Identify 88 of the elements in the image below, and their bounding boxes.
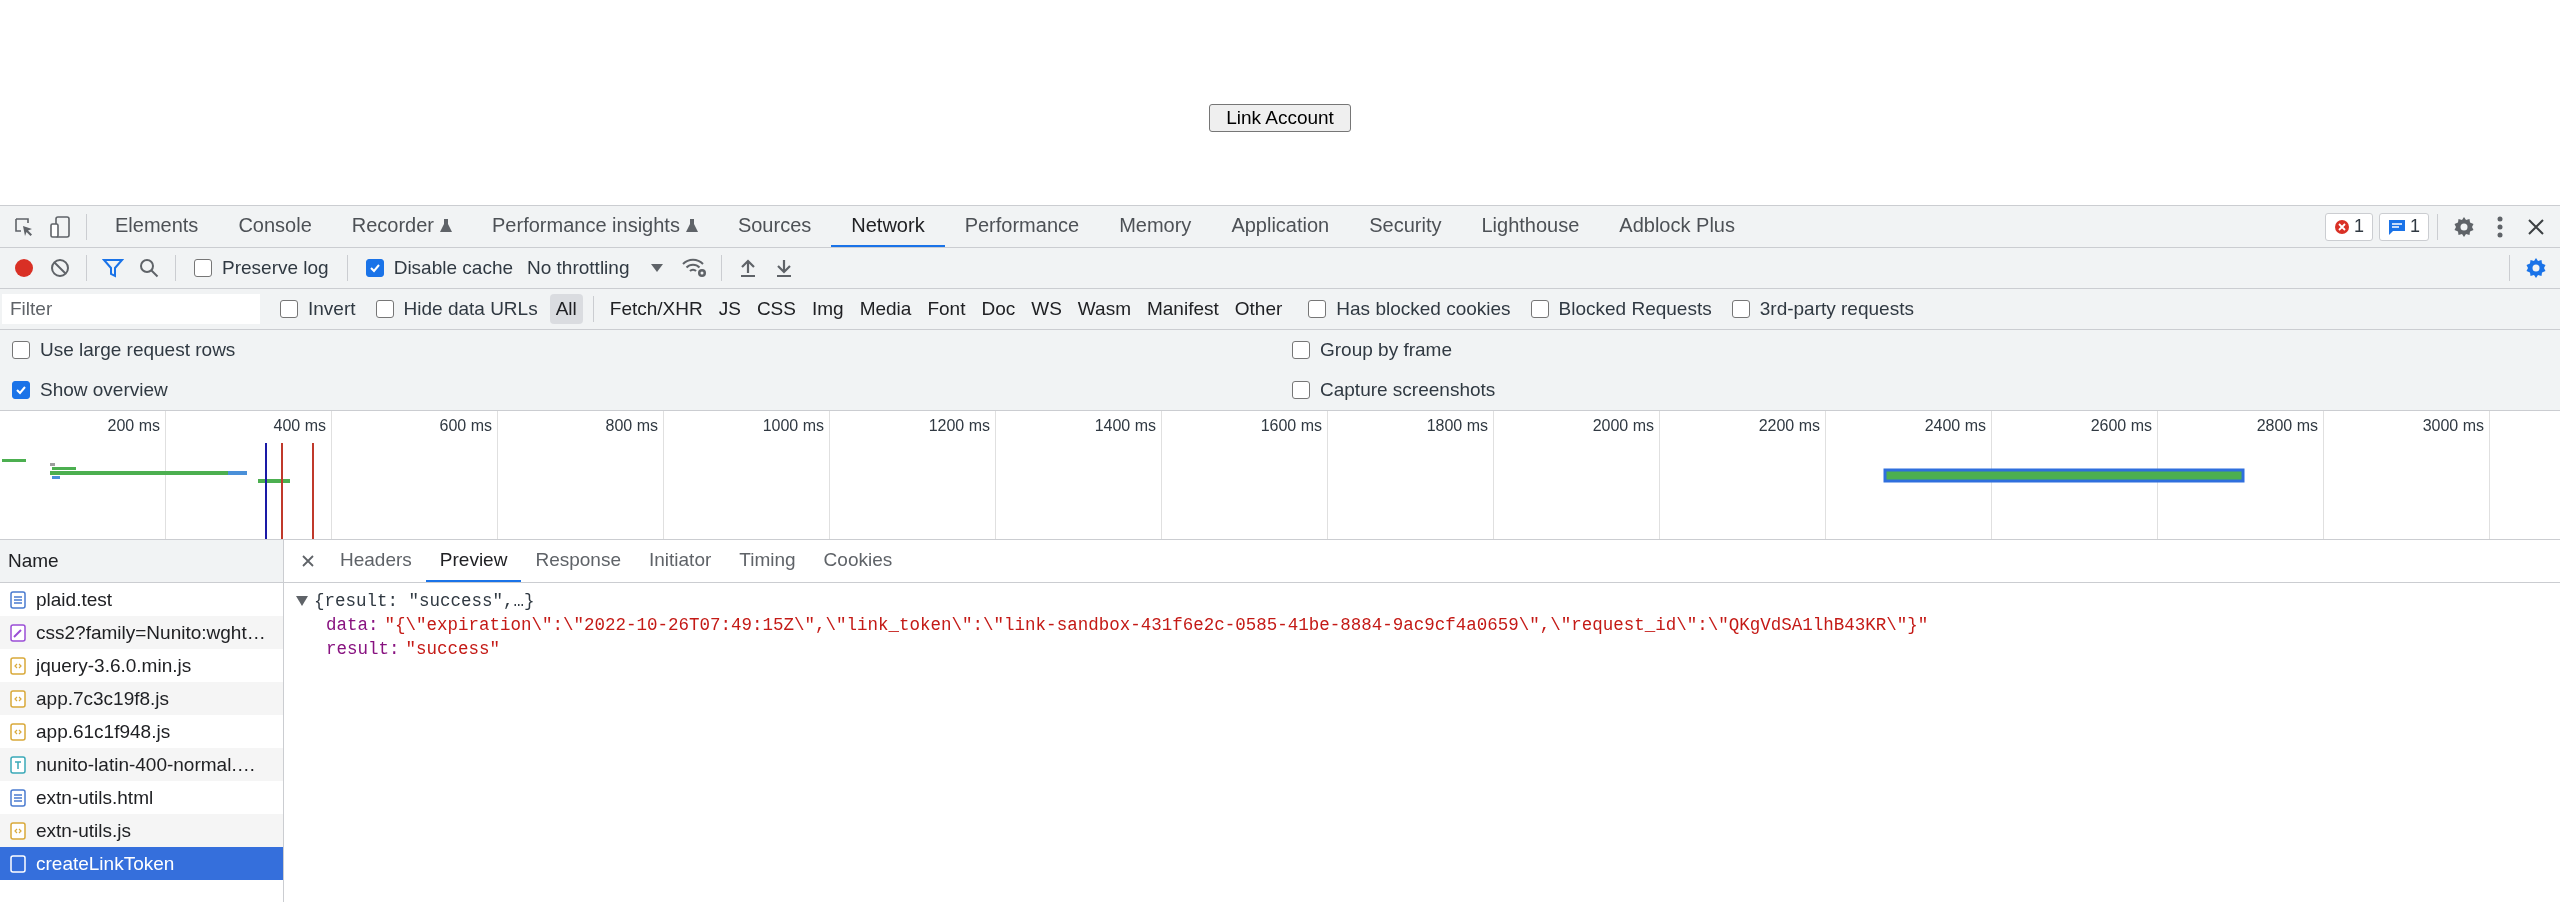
- type-filter-button[interactable]: JS: [712, 294, 747, 324]
- checkbox[interactable]: Show overview: [12, 379, 1272, 401]
- json-value: "success": [405, 638, 501, 661]
- time-tick-label: 800 ms: [605, 417, 658, 436]
- json-key: result:: [326, 637, 400, 661]
- request-row[interactable]: nunito-latin-400-normal.…: [0, 748, 283, 781]
- time-tick-label: 1400 ms: [1094, 417, 1156, 436]
- detail-tab[interactable]: Timing: [725, 540, 810, 582]
- request-row[interactable]: createLinkToken: [0, 847, 283, 880]
- request-row[interactable]: app.7c3c19f8.js: [0, 682, 283, 715]
- request-row[interactable]: extn-utils.js: [0, 814, 283, 847]
- flask-icon: [440, 218, 453, 233]
- panel-tab[interactable]: Memory: [1099, 206, 1212, 247]
- panel-tab[interactable]: Recorder: [331, 206, 473, 247]
- column-header[interactable]: Name: [8, 550, 59, 572]
- panel-tab[interactable]: Application: [1211, 206, 1350, 247]
- panel-tab[interactable]: Elements: [95, 206, 219, 247]
- panel-tab[interactable]: Console: [218, 206, 332, 247]
- panel-tab[interactable]: Security: [1349, 206, 1462, 247]
- time-tick-label: 600 ms: [439, 417, 492, 436]
- type-filter-button[interactable]: Manifest: [1140, 294, 1225, 324]
- message-count-badge[interactable]: 1: [2379, 212, 2429, 241]
- detail-tab[interactable]: Preview: [425, 540, 522, 582]
- detail-tab[interactable]: Headers: [326, 540, 426, 582]
- stylesheet-icon: [10, 623, 26, 642]
- caret-icon: [651, 264, 664, 272]
- type-filter-button[interactable]: Other: [1228, 294, 1289, 324]
- type-filter-button[interactable]: All: [549, 294, 583, 324]
- error-count-badge[interactable]: 1: [2324, 212, 2373, 241]
- type-filter-button[interactable]: Fetch/XHR: [603, 294, 709, 324]
- type-filter-button[interactable]: WS: [1025, 294, 1068, 324]
- time-tick-label: 2400 ms: [1924, 417, 1986, 436]
- time-tick-label: 200 ms: [107, 417, 160, 436]
- error-icon: [2333, 218, 2350, 235]
- file-icon: [10, 854, 26, 873]
- script-icon: [10, 656, 26, 675]
- checkmark-icon: [368, 262, 381, 274]
- script-icon: [10, 821, 26, 840]
- checkbox[interactable]: Hide data URLs: [375, 298, 538, 320]
- time-tick-label: 400 ms: [273, 417, 326, 436]
- type-filter-button[interactable]: Media: [853, 294, 918, 324]
- message-icon: [2388, 218, 2406, 235]
- document-icon: [10, 788, 26, 807]
- checkbox[interactable]: Group by frame: [1292, 339, 2550, 361]
- flask-icon: [685, 218, 698, 233]
- type-filter-button[interactable]: CSS: [750, 294, 802, 324]
- type-filter-button[interactable]: Wasm: [1071, 294, 1137, 324]
- panel-tab[interactable]: Sources: [717, 206, 832, 247]
- type-filter-button[interactable]: Img: [805, 294, 850, 324]
- script-icon: [10, 722, 26, 741]
- checkbox[interactable]: Disable cache: [365, 257, 513, 279]
- time-tick-label: 2000 ms: [1592, 417, 1654, 436]
- panel-tab[interactable]: Lighthouse: [1461, 206, 1600, 247]
- detail-tab[interactable]: Cookies: [809, 540, 907, 582]
- time-tick-label: 1000 ms: [762, 417, 824, 436]
- json-value: "{\"expiration\":\"2022-10-26T07:49:15Z\",\"link_token\":\"link-sandbox-431f6e2c-0585-41be-8884-9ac9cf4a0659\",\"request_id\":\"QKgVdSA1lhB43KR\"}": [384, 614, 1929, 637]
- time-tick-label: 1800 ms: [1426, 417, 1488, 436]
- panel-tab[interactable]: Performance insights: [472, 206, 718, 247]
- time-tick-label: 2200 ms: [1758, 417, 1820, 436]
- checkbox[interactable]: Invert: [280, 298, 356, 320]
- json-key: data:: [326, 613, 379, 637]
- checkbox[interactable]: Capture screenshots: [1292, 379, 2550, 401]
- script-icon: [10, 689, 26, 708]
- throttling-dropdown[interactable]: No throttling: [523, 257, 678, 279]
- json-summary: {result: "success",…}: [314, 590, 535, 613]
- checkbox[interactable]: 3rd-party requests: [1731, 298, 1914, 320]
- checkbox[interactable]: Use large request rows: [12, 339, 1272, 361]
- filter-field[interactable]: Filter: [2, 294, 260, 324]
- document-icon: [10, 590, 26, 609]
- link-account-button[interactable]: Link Account: [1209, 104, 1351, 132]
- type-filter-button[interactable]: Font: [921, 294, 972, 324]
- checkbox[interactable]: Preserve log: [194, 257, 329, 279]
- request-row[interactable]: css2?family=Nunito:wght…: [0, 616, 283, 649]
- type-filter-button[interactable]: Doc: [975, 294, 1022, 324]
- detail-tab[interactable]: Initiator: [634, 540, 726, 582]
- detail-tab[interactable]: Response: [521, 540, 635, 582]
- time-tick-label: 2600 ms: [2090, 417, 2152, 436]
- checkbox[interactable]: Has blocked cookies: [1308, 298, 1511, 320]
- checkbox[interactable]: Blocked Requests: [1530, 298, 1712, 320]
- time-tick-label: 3000 ms: [2422, 417, 2484, 436]
- panel-tab[interactable]: Performance: [944, 206, 1100, 247]
- time-tick-label: 2800 ms: [2256, 417, 2318, 436]
- time-tick-label: 1600 ms: [1260, 417, 1322, 436]
- panel-tab[interactable]: Adblock Plus: [1599, 206, 1755, 247]
- checkmark-icon: [15, 384, 27, 396]
- time-tick-label: 1200 ms: [928, 417, 990, 436]
- expand-triangle-icon[interactable]: [296, 596, 308, 606]
- font-icon: [10, 755, 26, 774]
